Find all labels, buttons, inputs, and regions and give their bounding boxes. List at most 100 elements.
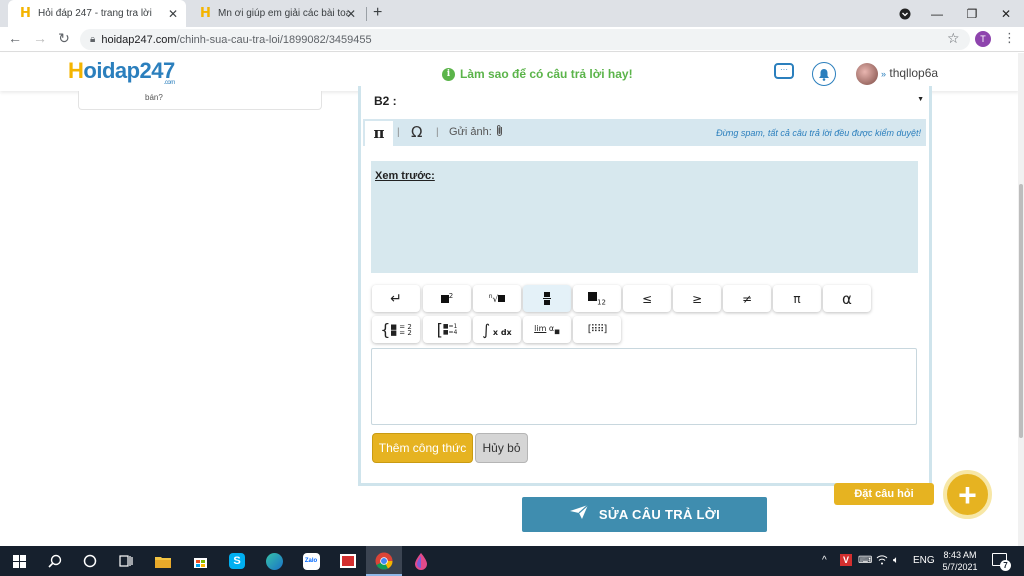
- fraction-button[interactable]: [523, 285, 571, 312]
- paperclip-icon[interactable]: [495, 124, 504, 140]
- less-equal-button[interactable]: ≤: [623, 285, 671, 312]
- address-bar[interactable]: 🔒︎ hoidap247.com/chinh-sua-cau-tra-loi/1…: [80, 29, 970, 50]
- browser-tab-strip: H Hỏi đáp 247 - trang tra lời ✕ H Mn ơi …: [0, 0, 1024, 27]
- file-explorer-icon[interactable]: [152, 550, 174, 572]
- system-brace-icon: {■ = 2 ■ = 2: [380, 319, 412, 339]
- answer-section-select[interactable]: B2 : ▼: [368, 91, 928, 111]
- skype-icon[interactable]: S: [226, 550, 248, 572]
- notification-count-badge: 7: [1000, 560, 1011, 571]
- edge-icon[interactable]: [263, 550, 285, 572]
- ask-question-label[interactable]: Đặt câu hỏi: [834, 483, 934, 505]
- windows-taskbar: S Zalo ^ V ⌨ 🔈︎ ENG 8:43 AM 5/7/2021 7: [0, 546, 1024, 576]
- windows-start-icon[interactable]: [8, 550, 30, 572]
- browser-tab[interactable]: H Mn ơi giúp em giải các bài toán ✕: [188, 0, 364, 27]
- chevron-down-icon: ▼: [917, 96, 924, 103]
- section-label: B2 :: [374, 94, 397, 108]
- spam-warning: Đừng spam, tất cả câu trả lời đều được k…: [716, 128, 921, 138]
- task-view-icon[interactable]: [115, 550, 137, 572]
- fraction-icon: [543, 292, 551, 305]
- cortana-icon[interactable]: [79, 550, 101, 572]
- edit-answer-button[interactable]: SỬA CÂU TRẢ LỜI: [522, 497, 767, 532]
- browser-menu-icon[interactable]: ⋮: [1003, 30, 1016, 46]
- paint-drop-icon[interactable]: [410, 550, 432, 572]
- newline-button[interactable]: ↵: [372, 285, 420, 312]
- matrix-icon: [⠿⠿]: [587, 324, 607, 335]
- site-logo[interactable]: Hoidap247 .com: [68, 58, 176, 86]
- profile-avatar[interactable]: T: [975, 31, 991, 47]
- power-button[interactable]: 2: [423, 285, 471, 312]
- show-hidden-icons-chevron-icon[interactable]: ^: [822, 555, 827, 566]
- formula-input[interactable]: [371, 348, 917, 425]
- system-clock[interactable]: 8:43 AM 5/7/2021: [938, 549, 982, 573]
- ask-question-plus-icon[interactable]: +: [943, 470, 992, 519]
- question-card-text: bán?: [145, 93, 163, 102]
- limit-button[interactable]: lim α■: [523, 316, 571, 343]
- close-window-icon[interactable]: ✕: [989, 0, 1023, 27]
- root-button[interactable]: n√: [473, 285, 521, 312]
- math-symbols-tab[interactable]: π: [365, 121, 393, 146]
- close-tab-icon[interactable]: ✕: [168, 7, 178, 21]
- editor-toolbar: π | Ω | Gửi ảnh: Đừng spam, tất cả câu t…: [363, 119, 926, 146]
- chrome-icon[interactable]: [373, 550, 395, 572]
- store-icon[interactable]: [189, 550, 211, 572]
- clock-date: 5/7/2021: [942, 562, 978, 572]
- logo-suffix: .com: [163, 80, 176, 86]
- info-icon: i: [442, 67, 455, 81]
- superscript-icon: 2: [440, 292, 453, 306]
- browser-tab-active[interactable]: H Hỏi đáp 247 - trang tra lời ✕: [8, 0, 186, 27]
- chevron-down-icon: »: [881, 69, 887, 79]
- search-icon[interactable]: [44, 550, 66, 572]
- cases-button[interactable]: [■=1 ■=4: [423, 316, 471, 343]
- user-avatar[interactable]: [856, 63, 878, 85]
- notification-bell-icon[interactable]: [812, 62, 836, 86]
- forward-arrow-icon[interactable]: →: [31, 30, 49, 46]
- input-language[interactable]: ENG: [913, 555, 935, 566]
- minimize-icon[interactable]: —: [920, 0, 954, 27]
- url-domain: hoidap247.com: [101, 33, 177, 46]
- browser-toolbar: ← → ↻ 🔒︎ hoidap247.com/chinh-sua-cau-tra…: [0, 27, 1024, 52]
- cases-bracket-icon: [■=1 ■=4: [436, 319, 458, 339]
- restore-icon[interactable]: ❐: [955, 0, 989, 27]
- integral-button[interactable]: ∫ x dx: [473, 316, 521, 343]
- special-chars-tab[interactable]: Ω: [411, 123, 422, 141]
- alpha-button[interactable]: α: [823, 285, 871, 312]
- matrix-button[interactable]: [⠿⠿]: [573, 316, 621, 343]
- wifi-icon[interactable]: [876, 555, 888, 568]
- chat-icon[interactable]: ···: [774, 63, 794, 79]
- system-button[interactable]: {■ = 2 ■ = 2: [372, 316, 420, 343]
- back-arrow-icon[interactable]: ←: [6, 30, 24, 46]
- unikey-icon[interactable]: V: [840, 554, 852, 566]
- add-formula-button[interactable]: Thêm công thức: [372, 433, 473, 463]
- tab-search-icon[interactable]: [888, 0, 922, 27]
- subscript-icon: 12: [588, 290, 606, 307]
- upload-image-label: Gửi ảnh:: [449, 126, 492, 138]
- edit-answer-label: SỬA CÂU TRẢ LỜI: [598, 507, 721, 522]
- url-path: /chinh-sua-cau-tra-loi/1899082/3459455: [176, 33, 372, 46]
- reload-icon[interactable]: ↻: [55, 30, 73, 47]
- cancel-button[interactable]: Hủy bỏ: [475, 433, 528, 463]
- zalo-icon[interactable]: Zalo: [300, 550, 322, 572]
- user-menu[interactable]: » thqllop6a: [881, 66, 938, 80]
- greater-equal-button[interactable]: ≥: [673, 285, 721, 312]
- question-card[interactable]: bán?: [78, 91, 322, 110]
- volume-icon[interactable]: 🔈︎: [893, 555, 899, 566]
- app-red-icon[interactable]: [337, 550, 359, 572]
- pi-button[interactable]: π: [773, 285, 821, 312]
- answer-tip-link[interactable]: i Làm sao để có câu trả lời hay!: [442, 67, 633, 81]
- preview-box: Xem trước:: [371, 161, 918, 273]
- integral-icon: ∫ x dx: [482, 320, 512, 339]
- subscript-button[interactable]: 12: [573, 285, 621, 312]
- new-tab-plus-icon[interactable]: +: [373, 4, 382, 22]
- not-equal-button[interactable]: ≠: [723, 285, 771, 312]
- close-tab-icon[interactable]: ✕: [346, 7, 356, 21]
- hoidap-favicon-icon: H: [20, 5, 31, 21]
- limit-icon: lim α■: [534, 323, 560, 336]
- paper-plane-icon: [569, 504, 589, 525]
- tab-title: Hỏi đáp 247 - trang tra lời: [38, 8, 152, 19]
- page-scrollbar-thumb[interactable]: [1019, 184, 1023, 438]
- bookmark-star-icon[interactable]: ☆: [947, 30, 960, 47]
- username: thqllop6a: [889, 66, 939, 80]
- preview-title: Xem trước:: [375, 170, 435, 182]
- keyboard-icon[interactable]: ⌨: [858, 555, 872, 566]
- nth-root-icon: n√: [489, 293, 506, 305]
